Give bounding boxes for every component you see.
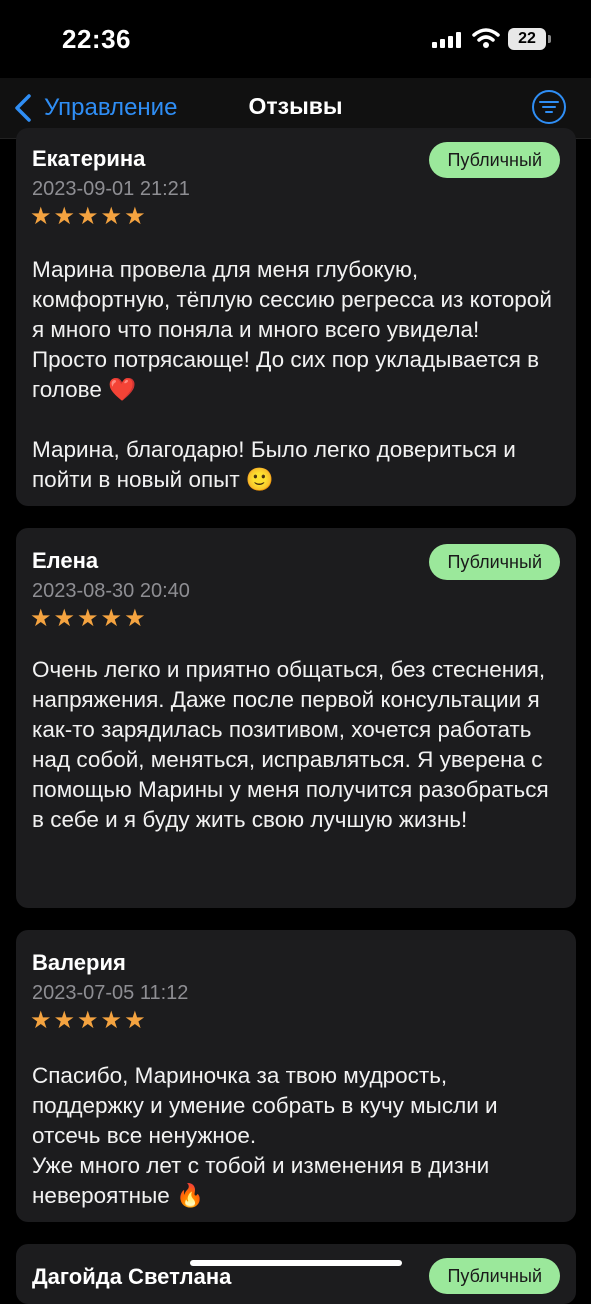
reviewer-name: Валерия [32,950,126,975]
reviewer-name: Елена [32,548,99,573]
rating-stars: ★★★★★ [30,605,148,632]
review-card[interactable]: Валерия 2023-07-05 11:12 ★★★★★ Спасибо, … [16,930,576,1222]
review-text: Марина провела для меня глубокую, комфор… [32,257,552,492]
battery-cap [548,35,551,43]
wifi-icon [472,28,500,48]
home-indicator[interactable] [190,1260,402,1266]
battery-indicator: 22 [508,28,552,50]
status-time: 22:36 [62,24,131,54]
review-date: 2023-08-30 20:40 [32,580,190,602]
reviewer-name: Дагойда Светлана [32,1264,232,1289]
review-date: 2023-09-01 21:21 [32,178,190,200]
reviewer-name: Екатерина [32,146,146,171]
rating-stars: ★★★★★ [30,203,148,230]
visibility-badge[interactable]: Публичный [429,1258,560,1294]
rating-stars: ★★★★★ [30,1007,148,1034]
review-text: Спасибо, Мариночка за твою мудрость, под… [32,1063,498,1208]
review-date: 2023-07-05 11:12 [32,982,189,1004]
filter-icon[interactable] [531,89,567,125]
visibility-badge[interactable]: Публичный [429,142,560,178]
status-bar: 22:36 22 [0,0,591,78]
review-card[interactable]: Дагойда Светлана Публичный [16,1244,576,1304]
review-card[interactable]: Екатерина Публичный 2023-09-01 21:21 ★★★… [16,128,576,506]
visibility-badge[interactable]: Публичный [429,544,560,580]
battery-level: 22 [518,30,536,47]
page-title: Отзывы [248,93,343,119]
review-card[interactable]: Елена Публичный 2023-08-30 20:40 ★★★★★ О… [16,528,576,908]
cellular-signal-icon [432,32,461,48]
review-text: Очень легко и приятно общаться, без стес… [32,657,555,832]
